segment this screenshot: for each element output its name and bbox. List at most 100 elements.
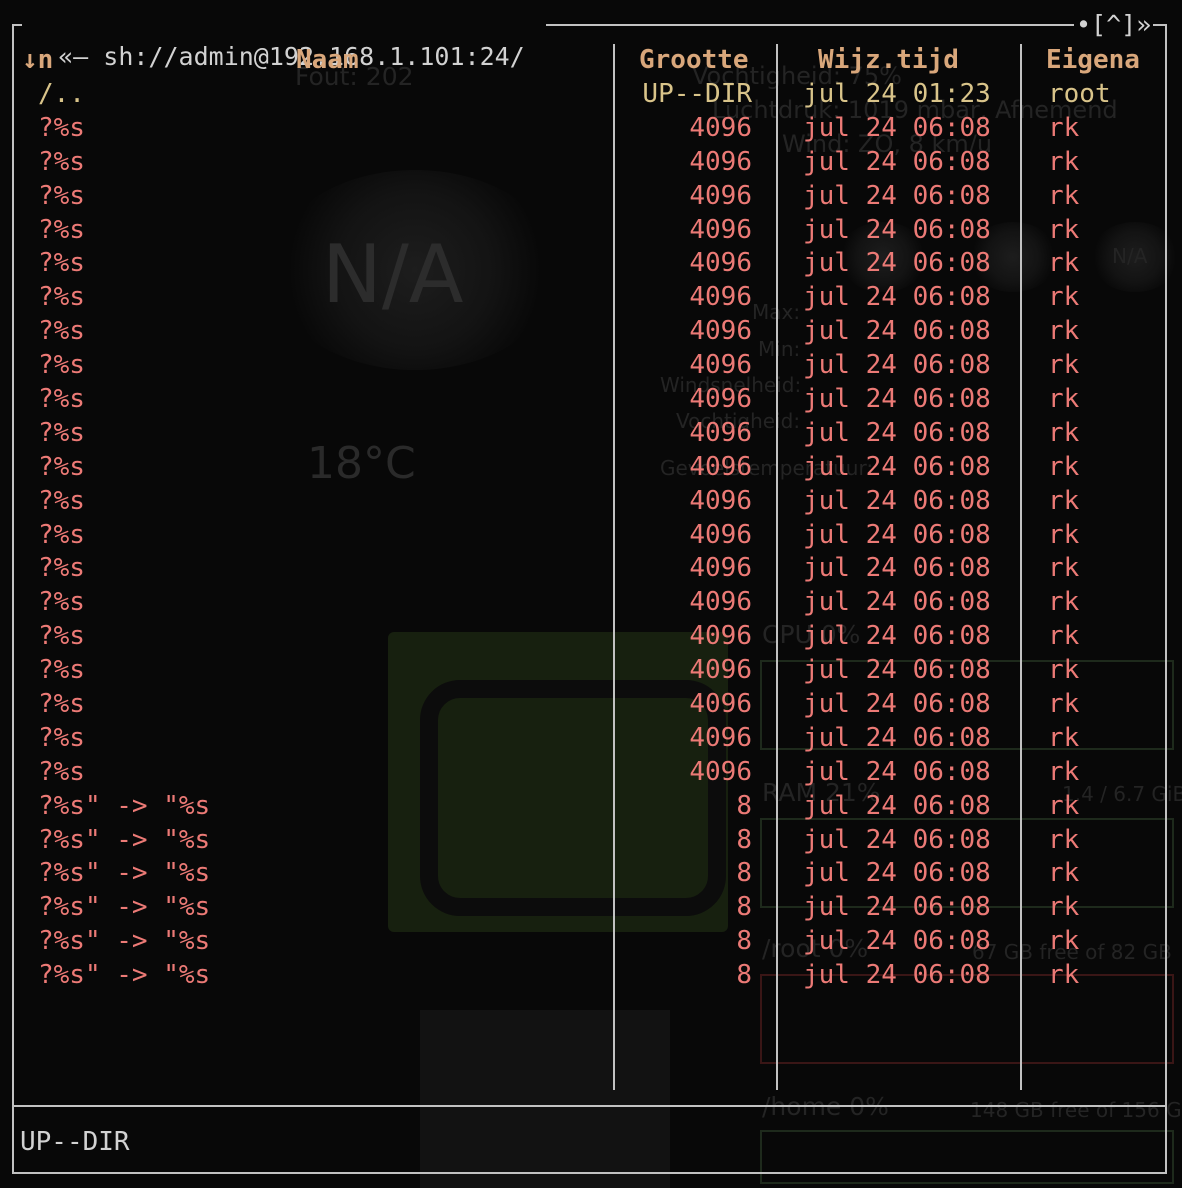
file-row[interactable]: ?%s 4096 jul 24 06:08 rk: [0, 281, 1182, 315]
file-row[interactable]: ?%s 4096 jul 24 06:08 rk: [0, 586, 1182, 620]
file-row[interactable]: ?%s 4096 jul 24 06:08 rk: [0, 451, 1182, 485]
file-row[interactable]: ?%s 4096 jul 24 06:08 rk: [0, 214, 1182, 248]
file-mtime: jul 24 06:08: [803, 655, 991, 686]
file-mtime: jul 24 06:08: [803, 214, 991, 245]
file-row[interactable]: ?%s" -> "%s 8 jul 24 06:08 rk: [0, 959, 1182, 993]
file-mtime: jul 24 06:08: [803, 384, 991, 415]
file-owner: rk: [1048, 112, 1080, 143]
file-owner: rk: [1048, 248, 1080, 279]
file-name: ?%s: [38, 214, 85, 245]
panel-title[interactable]: «— sh://admin@192.168.1.101:24/: [22, 9, 546, 71]
column-header-size[interactable]: Grootte: [639, 44, 749, 76]
file-mtime: jul 24 01:23: [803, 79, 991, 109]
file-size: 4096: [689, 621, 752, 652]
file-row[interactable]: ?%s 4096 jul 24 06:08 rk: [0, 315, 1182, 349]
file-row[interactable]: ?%s 4096 jul 24 06:08 rk: [0, 654, 1182, 688]
column-header-name[interactable]: Naam: [296, 44, 359, 76]
file-name: ?%s: [38, 485, 85, 516]
file-name: ?%s: [38, 587, 85, 618]
file-size: 4096: [689, 417, 752, 448]
file-size: 4096: [689, 384, 752, 415]
file-owner: rk: [1048, 146, 1080, 177]
file-size: 8: [736, 790, 752, 821]
status-separator: [12, 1105, 1167, 1107]
file-mtime: jul 24 06:08: [803, 519, 991, 550]
file-mtime: jul 24 06:08: [803, 451, 991, 482]
file-name: ?%s: [38, 417, 85, 448]
file-size: 4096: [689, 316, 752, 347]
file-row[interactable]: ?%s 4096 jul 24 06:08 rk: [0, 552, 1182, 586]
file-mtime: jul 24 06:08: [803, 960, 991, 991]
file-name: ?%s: [38, 451, 85, 482]
column-header-owner[interactable]: Eigena: [1046, 44, 1140, 76]
file-owner: rk: [1048, 485, 1080, 516]
file-row[interactable]: ?%s 4096 jul 24 06:08 rk: [0, 485, 1182, 519]
file-size: 4096: [689, 214, 752, 245]
file-mtime: jul 24 06:08: [803, 282, 991, 313]
file-row[interactable]: ?%s 4096 jul 24 06:08 rk: [0, 349, 1182, 383]
file-owner: rk: [1048, 417, 1080, 448]
file-owner: rk: [1048, 824, 1080, 855]
file-row[interactable]: ?%s" -> "%s 8 jul 24 06:08 rk: [0, 891, 1182, 925]
file-size: 4096: [689, 722, 752, 753]
file-name: ?%s: [38, 146, 85, 177]
file-owner: rk: [1048, 350, 1080, 381]
status-line: UP--DIR: [20, 1127, 130, 1157]
file-row[interactable]: ?%s" -> "%s 8 jul 24 06:08 rk: [0, 857, 1182, 891]
history-left-arrow[interactable]: «—: [58, 42, 88, 71]
file-name: ?%s: [38, 722, 85, 753]
file-mtime: jul 24 06:08: [803, 417, 991, 448]
file-mtime: jul 24 06:08: [803, 824, 991, 855]
file-name: ?%s" -> "%s: [38, 790, 211, 821]
file-name: ?%s" -> "%s: [38, 858, 211, 889]
file-size: 4096: [689, 519, 752, 550]
file-owner: rk: [1048, 722, 1080, 753]
panel-hotlist-button[interactable]: •[^]»: [1074, 9, 1154, 41]
file-row[interactable]: ?%s 4096 jul 24 06:08 rk: [0, 722, 1182, 756]
file-row[interactable]: ?%s" -> "%s 8 jul 24 06:08 rk: [0, 790, 1182, 824]
file-row[interactable]: ?%s 4096 jul 24 06:08 rk: [0, 519, 1182, 553]
file-row[interactable]: ?%s 4096 jul 24 06:08 rk: [0, 112, 1182, 146]
file-size: 4096: [689, 587, 752, 618]
file-mtime: jul 24 06:08: [803, 112, 991, 143]
file-mtime: jul 24 06:08: [803, 621, 991, 652]
file-mtime: jul 24 06:08: [803, 858, 991, 889]
file-row[interactable]: ?%s 4096 jul 24 06:08 rk: [0, 756, 1182, 790]
file-mtime: jul 24 06:08: [803, 892, 991, 923]
file-row[interactable]: ?%s 4096 jul 24 06:08 rk: [0, 417, 1182, 451]
file-mtime: jul 24 06:08: [803, 146, 991, 177]
file-row[interactable]: ?%s 4096 jul 24 06:08 rk: [0, 383, 1182, 417]
file-owner: rk: [1048, 790, 1080, 821]
file-name: ?%s: [38, 689, 85, 720]
file-size: 4096: [689, 112, 752, 143]
file-size: 4096: [689, 689, 752, 720]
file-row[interactable]: ?%s 4096 jul 24 06:08 rk: [0, 688, 1182, 722]
file-size: 4096: [689, 350, 752, 381]
file-mtime: jul 24 06:08: [803, 316, 991, 347]
file-size: 4096: [689, 553, 752, 584]
sort-indicator[interactable]: ↓n: [22, 44, 53, 76]
column-header-mtime[interactable]: Wijz.tijd: [818, 44, 959, 76]
file-size: 4096: [689, 180, 752, 211]
file-name: ?%s: [38, 316, 85, 347]
file-name: ?%s: [38, 350, 85, 381]
file-name: ?%s: [38, 655, 85, 686]
file-name: ?%s: [38, 553, 85, 584]
file-size: 8: [736, 892, 752, 923]
file-row[interactable]: ?%s 4096 jul 24 06:08 rk: [0, 247, 1182, 281]
file-row[interactable]: ?%s" -> "%s 8 jul 24 06:08 rk: [0, 824, 1182, 858]
file-row[interactable]: ?%s 4096 jul 24 06:08 rk: [0, 180, 1182, 214]
file-mtime: jul 24 06:08: [803, 689, 991, 720]
file-row[interactable]: ?%s" -> "%s 8 jul 24 06:08 rk: [0, 925, 1182, 959]
file-owner: rk: [1048, 384, 1080, 415]
file-size: 4096: [689, 146, 752, 177]
file-mtime: jul 24 06:08: [803, 722, 991, 753]
file-name: ?%s" -> "%s: [38, 824, 211, 855]
file-owner: rk: [1048, 282, 1080, 313]
file-size: UP--DIR: [642, 79, 752, 109]
file-size: 8: [736, 926, 752, 957]
file-row[interactable]: ?%s 4096 jul 24 06:08 rk: [0, 146, 1182, 180]
file-row[interactable]: ?%s 4096 jul 24 06:08 rk: [0, 620, 1182, 654]
file-row-parent-dir[interactable]: /.. UP--DIR jul 24 01:23 root: [0, 78, 1182, 112]
file-name: ?%s: [38, 282, 85, 313]
